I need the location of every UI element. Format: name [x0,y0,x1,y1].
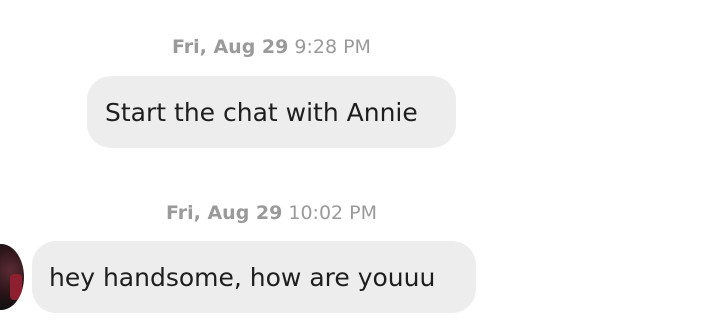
incoming-message-bubble[interactable]: hey handsome, how are youuu [32,241,476,313]
message-text: Start the chat with Annie [105,97,418,127]
message-timestamp: Fri, Aug 29 10:02 PM [166,202,377,224]
system-message-bubble: Start the chat with Annie [87,76,456,148]
message-timestamp: Fri, Aug 29 9:28 PM [172,36,371,58]
timestamp-time: 9:28 PM [294,36,371,58]
message-text: hey handsome, how are youuu [49,262,436,292]
timestamp-time: 10:02 PM [288,202,378,224]
sender-avatar[interactable] [0,244,24,310]
timestamp-date: Fri, Aug 29 [166,202,283,224]
timestamp-date: Fri, Aug 29 [172,36,289,58]
